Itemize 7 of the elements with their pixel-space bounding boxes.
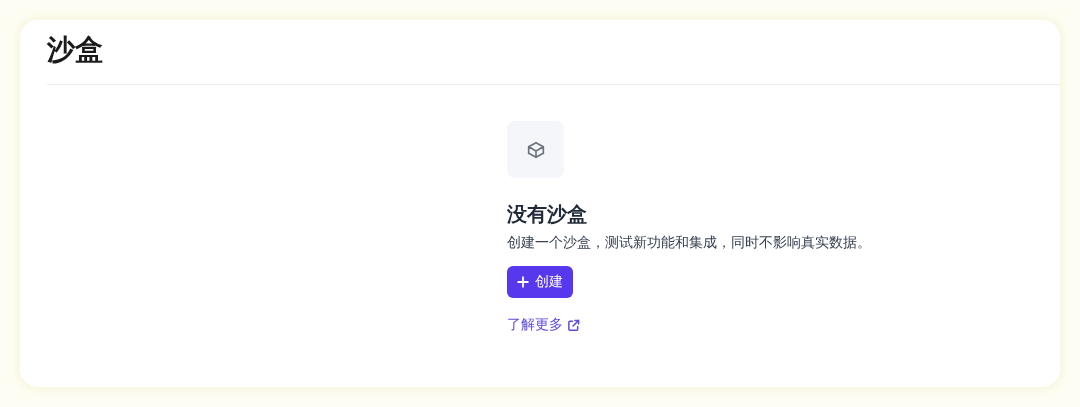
create-button[interactable]: 创建: [507, 266, 573, 298]
empty-heading: 没有沙盒: [507, 201, 587, 228]
external-link-icon: [567, 318, 580, 332]
page-title: 沙盒: [47, 32, 104, 68]
plus-icon: [517, 276, 529, 288]
empty-description: 创建一个沙盒，测试新功能和集成，同时不影响真实数据。: [507, 233, 871, 252]
learn-more-link[interactable]: 了解更多: [507, 316, 580, 334]
